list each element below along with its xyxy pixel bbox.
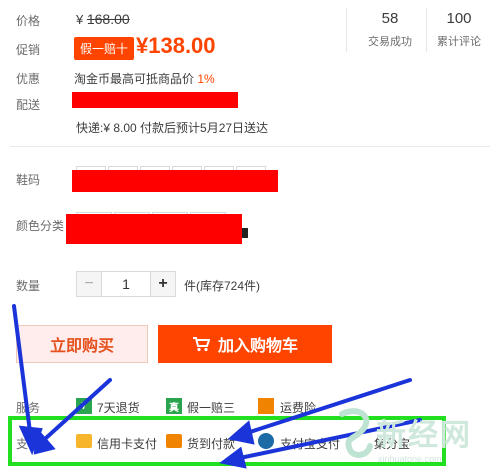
watermark-logo-icon xyxy=(338,406,374,462)
arrow-line-1 xyxy=(12,304,32,434)
arrow-head-4 xyxy=(219,446,247,469)
watermark-text: 新经网 xyxy=(376,419,472,452)
arrow-line-2 xyxy=(44,378,112,440)
watermark-sub: xinhuatone.com xyxy=(378,454,442,464)
annotation-arrows xyxy=(12,304,422,469)
arrow-head-3 xyxy=(227,420,255,445)
